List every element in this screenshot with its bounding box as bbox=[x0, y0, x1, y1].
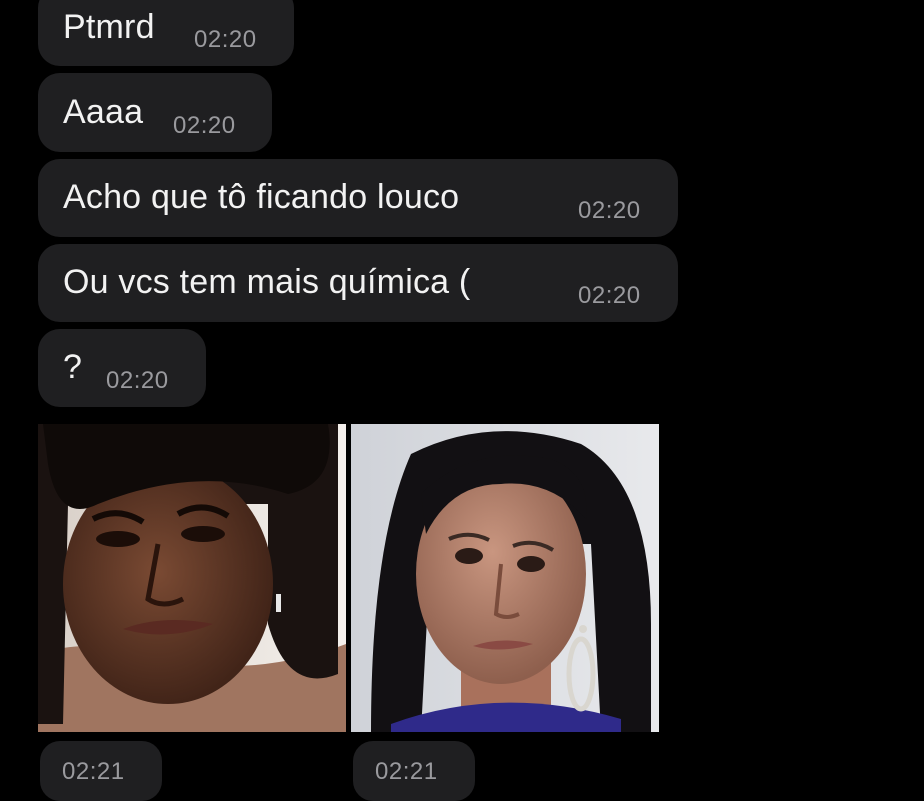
message-bubble[interactable]: Acho que tô ficando louco 02:20 bbox=[38, 159, 678, 237]
photo-dark-hair-person-icon bbox=[38, 424, 346, 732]
photo-woman-hoop-earring-icon bbox=[351, 424, 659, 732]
message-bubble[interactable]: Ou vcs tem mais química ( 02:20 bbox=[38, 244, 678, 322]
message-bubble[interactable]: Ptmrd 02:20 bbox=[38, 0, 294, 66]
message-text: Acho que tô ficando louco bbox=[63, 178, 460, 216]
message-text: Ptmrd bbox=[63, 8, 155, 46]
message-timestamp: 02:20 bbox=[194, 26, 257, 53]
message-timestamp: 02:20 bbox=[578, 197, 641, 224]
message-bubble[interactable]: Aaaa 02:20 bbox=[38, 73, 272, 152]
photo-timestamp: 02:21 bbox=[375, 758, 438, 785]
message-text: Ou vcs tem mais química ( bbox=[63, 263, 471, 301]
message-timestamp: 02:20 bbox=[106, 367, 169, 394]
message-timestamp: 02:20 bbox=[578, 282, 641, 309]
message-timestamp: 02:20 bbox=[173, 112, 236, 139]
message-bubble[interactable]: ? 02:20 bbox=[38, 329, 206, 407]
photo-timestamp: 02:21 bbox=[62, 758, 125, 785]
message-text: Aaaa bbox=[63, 93, 144, 131]
photo-timestamp-pill: 02:21 bbox=[40, 741, 162, 801]
chat-thread: Ptmrd 02:20 Aaaa 02:20 Acho que tô fican… bbox=[0, 0, 924, 801]
photo-timestamp-pill: 02:21 bbox=[353, 741, 475, 801]
photo-message-2[interactable] bbox=[351, 424, 659, 732]
photo-message-1[interactable] bbox=[38, 424, 346, 732]
message-text: ? bbox=[63, 348, 83, 386]
